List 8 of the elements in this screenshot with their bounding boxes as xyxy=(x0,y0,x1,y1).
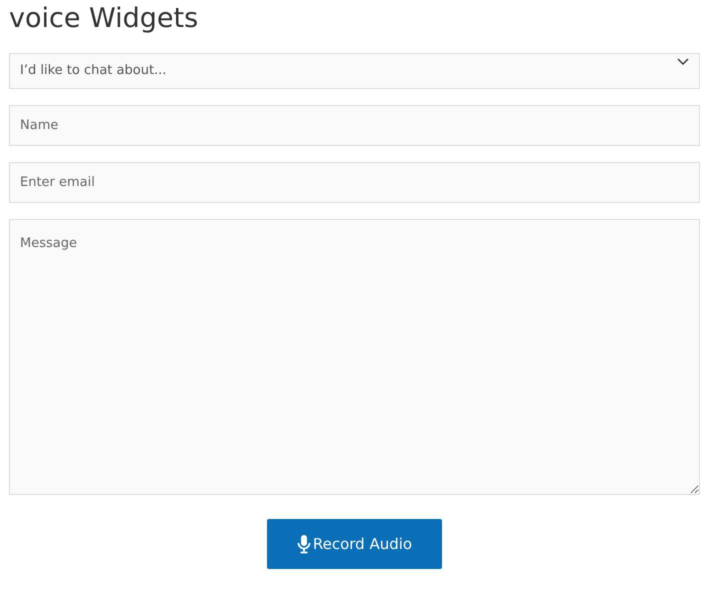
page-title: voice Widgets xyxy=(9,2,200,36)
input-field[interactable]: Name xyxy=(9,105,700,146)
topic-select[interactable]: I’d like to chat about... xyxy=(9,53,700,89)
record-audio-button[interactable]: Record Audio xyxy=(267,519,442,569)
message-field[interactable]: Message xyxy=(9,219,700,495)
chevron-down-icon xyxy=(677,56,689,66)
microphone-icon xyxy=(296,534,311,554)
input-field[interactable]: Enter email xyxy=(9,162,700,203)
